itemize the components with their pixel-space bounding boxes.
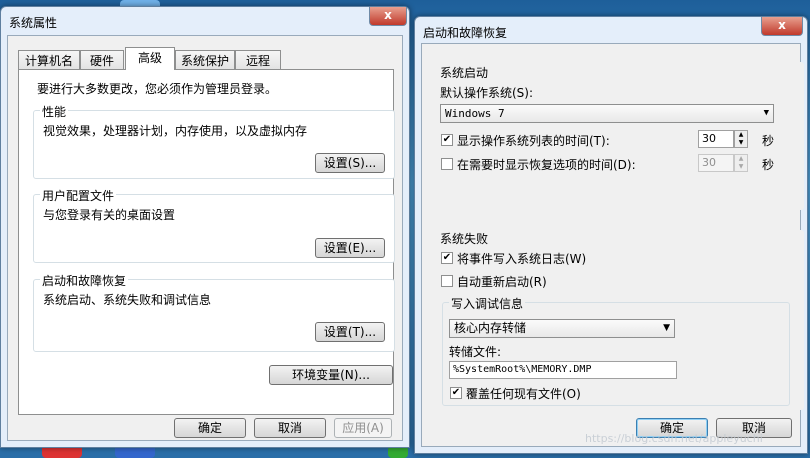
- show-os-list-seconds-input[interactable]: 30: [698, 130, 734, 148]
- user-profile-title: 用户配置文件: [40, 187, 117, 204]
- auto-restart-checkbox[interactable]: [441, 275, 453, 287]
- window-title: 启动和故障恢复: [423, 26, 508, 40]
- admin-note: 要进行大多数更改，您必须作为管理员登录。: [37, 82, 278, 96]
- auto-restart-label: 自动重新启动(R): [457, 275, 547, 289]
- system-properties-window: 系统属性 x 计算机名 硬件 高级 系统保护 远程 要进行大多数更改，您必须作为…: [0, 6, 410, 448]
- debug-info-title: 写入调试信息: [449, 295, 526, 312]
- write-event-log-checkbox[interactable]: ✔: [441, 252, 453, 264]
- show-recovery-label: 在需要时显示恢复选项的时间(D):: [457, 158, 636, 172]
- performance-group: 性能 视觉效果，处理器计划，内存使用，以及虚拟内存 设置(S)...: [33, 103, 395, 179]
- startup-recovery-window: 启动和故障恢复 x 系统启动 默认操作系统(S): Windows 7 ▼ ✔ …: [414, 16, 808, 454]
- write-event-log-label: 将事件写入系统日志(W): [457, 252, 587, 266]
- advanced-tab-panel: 要进行大多数更改，您必须作为管理员登录。 性能 视觉效果，处理器计划，内存使用，…: [18, 69, 395, 415]
- spin-down-icon[interactable]: ▼: [735, 163, 747, 171]
- tab-hardware[interactable]: 硬件: [80, 50, 124, 70]
- window-title: 系统属性: [9, 16, 58, 30]
- show-recovery-spinner[interactable]: ▲ ▼: [734, 154, 748, 172]
- performance-desc: 视觉效果，处理器计划，内存使用，以及虚拟内存: [43, 124, 308, 138]
- seconds-label: 秒: [762, 158, 775, 172]
- dialog-client: 计算机名 硬件 高级 系统保护 远程 要进行大多数更改，您必须作为管理员登录。 …: [7, 35, 403, 441]
- tab-computer-name[interactable]: 计算机名: [18, 50, 80, 70]
- dropdown-arrow-icon: ▼: [763, 108, 769, 118]
- tab-remote[interactable]: 远程: [235, 50, 281, 70]
- user-profile-settings-button[interactable]: 设置(E)...: [315, 238, 385, 258]
- show-os-list-spinner[interactable]: ▲ ▼: [734, 130, 748, 148]
- system-failure-group: 系统失败 ✔ 将事件写入系统日志(W) 自动重新启动(R) 写入调试信息 核心内…: [432, 230, 804, 410]
- spin-up-icon[interactable]: ▲: [735, 155, 747, 163]
- tab-system-protection[interactable]: 系统保护: [175, 50, 235, 70]
- overwrite-label: 覆盖任何现有文件(O): [466, 387, 581, 401]
- system-failure-title: 系统失败: [440, 232, 489, 246]
- cancel-button[interactable]: 取消: [254, 418, 326, 438]
- watermark: https://blog.csdn.net/appleyuchi: [585, 432, 763, 445]
- close-button[interactable]: x: [369, 7, 407, 26]
- debug-info-group: 写入调试信息 核心内存转储 ▼ 转储文件: %SystemRoot%\MEMOR…: [442, 295, 790, 406]
- apply-button[interactable]: 应用(A): [334, 418, 392, 438]
- show-recovery-seconds-input[interactable]: 30: [698, 154, 734, 172]
- system-startup-title: 系统启动: [440, 66, 489, 80]
- spin-up-icon[interactable]: ▲: [735, 131, 747, 139]
- performance-title: 性能: [40, 103, 69, 120]
- user-profile-group: 用户配置文件 与您登录有关的桌面设置 设置(E)...: [33, 187, 395, 263]
- default-os-label: 默认操作系统(S):: [440, 86, 534, 100]
- performance-settings-button[interactable]: 设置(S)...: [315, 153, 385, 173]
- startup-recovery-group: 启动和故障恢复 系统启动、系统失败和调试信息 设置(T)...: [33, 272, 395, 352]
- tab-advanced[interactable]: 高级: [125, 47, 175, 70]
- dialog-client: 系统启动 默认操作系统(S): Windows 7 ▼ ✔ 显示操作系统列表的时…: [421, 43, 804, 447]
- debug-info-value: 核心内存转储: [454, 321, 527, 335]
- default-os-value: Windows 7: [445, 107, 505, 120]
- spin-down-icon[interactable]: ▼: [735, 139, 747, 147]
- startup-recovery-settings-button[interactable]: 设置(T)...: [315, 322, 385, 342]
- default-os-select[interactable]: Windows 7 ▼: [440, 104, 774, 123]
- user-profile-desc: 与您登录有关的桌面设置: [43, 208, 176, 222]
- system-startup-group: 系统启动 默认操作系统(S): Windows 7 ▼ ✔ 显示操作系统列表的时…: [432, 62, 804, 210]
- show-os-list-checkbox[interactable]: ✔: [441, 134, 453, 146]
- close-button[interactable]: x: [761, 17, 803, 36]
- show-recovery-checkbox[interactable]: [441, 158, 453, 170]
- overwrite-checkbox[interactable]: ✔: [450, 387, 462, 399]
- startup-recovery-title: 启动和故障恢复: [40, 272, 129, 289]
- dump-file-input[interactable]: %SystemRoot%\MEMORY.DMP: [449, 361, 677, 379]
- debug-info-select[interactable]: 核心内存转储 ▼: [449, 319, 675, 338]
- environment-variables-button[interactable]: 环境变量(N)...: [269, 365, 393, 385]
- ok-button[interactable]: 确定: [174, 418, 246, 438]
- show-os-list-label: 显示操作系统列表的时间(T):: [457, 134, 610, 148]
- seconds-label: 秒: [762, 134, 775, 148]
- dropdown-arrow-icon: ▼: [663, 323, 670, 333]
- startup-recovery-desc: 系统启动、系统失败和调试信息: [43, 293, 212, 307]
- dump-file-label: 转储文件:: [449, 345, 502, 359]
